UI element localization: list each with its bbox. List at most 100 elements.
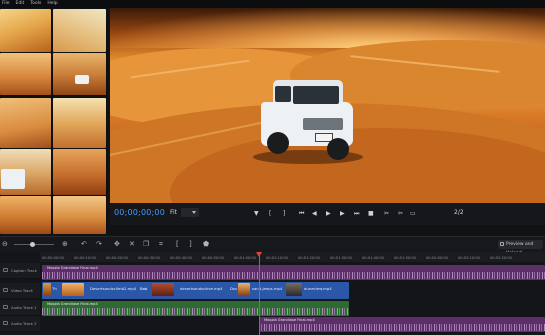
ruler-tick: 00:02:00:00 <box>426 256 448 260</box>
bracket-left-icon[interactable]: [ <box>176 240 179 249</box>
zoom-in-icon[interactable]: ⊕ <box>62 240 68 249</box>
ruler-tick: 00:00:10:00 <box>74 256 96 260</box>
media-thumbnail[interactable] <box>0 98 51 148</box>
marker-icon[interactable]: ⬟ <box>203 240 209 249</box>
track-header-video[interactable]: Video Track <box>0 283 40 299</box>
track-header-audio-1[interactable]: Audio Track 1 <box>0 300 40 316</box>
mark-in-icon[interactable]: ▼ <box>254 209 259 218</box>
clip-label: Bab <box>140 286 148 291</box>
ruler-tick: 00:01:00:00 <box>234 256 256 260</box>
clip-label: sand-jeeps.mp4 <box>252 286 283 291</box>
media-thumbnail[interactable] <box>53 149 106 195</box>
redo-icon[interactable]: ↷ <box>96 240 102 249</box>
clip-label: Desertsandsclimb2.mp4 <box>90 286 137 291</box>
copy-icon[interactable]: ❐ <box>143 240 149 249</box>
menu-tools[interactable]: Tools <box>30 0 41 8</box>
bracket-in-icon[interactable]: [ <box>269 209 271 218</box>
menu-help[interactable]: Help <box>47 0 57 8</box>
ruler-tick: 00:00:50:00 <box>202 256 224 260</box>
track-toggle-icon[interactable] <box>3 288 8 292</box>
ruler-tick: 00:01:20:00 <box>298 256 320 260</box>
menu-bar: File Edit Tools Help <box>0 0 545 8</box>
undo-icon[interactable]: ↶ <box>81 240 87 249</box>
media-thumbnail[interactable] <box>53 98 106 148</box>
caption-track-clip[interactable]: Moqzia Grandiose Final.mp4 <box>42 265 545 280</box>
menu-file[interactable]: File <box>2 0 10 8</box>
track-toggle-icon[interactable] <box>3 305 8 309</box>
clip-thumbnail <box>286 283 302 296</box>
ruler-tick: 00:00:20:00 <box>106 256 128 260</box>
skip-end-icon[interactable]: ⏭ <box>354 209 359 218</box>
audio-track-1-clip[interactable]: Moqzia Grandiose Final.mp4 <box>42 301 349 316</box>
audio-track-2-clip[interactable]: Moqzia Grandiose Final.mp4 <box>259 317 545 332</box>
clip-thumbnail <box>62 283 84 296</box>
clip-label: desertsandsdrive.mp4 <box>180 286 223 291</box>
fit-dropdown[interactable] <box>181 208 199 217</box>
stop-icon[interactable]: ■ <box>368 209 374 218</box>
player-controls: 00;00;00;00 Fit ▼ [ ] ⏮ ◀ ▶ ▶ ⏭ ■ ✂ ✂ ▭ … <box>110 203 545 225</box>
media-thumbnail[interactable] <box>53 196 106 234</box>
clip-label: Th <box>52 286 57 291</box>
ruler-tick: 00:01:50:00 <box>394 256 416 260</box>
track-toggle-icon[interactable] <box>3 321 8 325</box>
timeline: 00:00:00:00 00:00:10:00 00:00:20:00 00:0… <box>0 252 545 335</box>
menu-edit[interactable]: Edit <box>16 0 25 8</box>
track-toggle-icon[interactable] <box>3 268 8 272</box>
media-thumbnail[interactable] <box>0 9 51 52</box>
media-gallery <box>0 8 108 234</box>
timeline-ruler[interactable]: 00:00:00:00 00:00:10:00 00:00:20:00 00:0… <box>40 252 545 262</box>
page-count: 2/2 <box>454 209 464 216</box>
bracket-right-icon[interactable]: ] <box>189 240 192 249</box>
track-name: Caption Track <box>11 268 37 273</box>
play-icon[interactable]: ▶ <box>326 209 331 218</box>
video-track-clip[interactable]: Th Desertsandsclimb2.mp4 Bab desertsands… <box>42 282 349 299</box>
ruler-tick: 00:00:30:00 <box>138 256 160 260</box>
ruler-tick: 00:00:00:00 <box>42 256 64 260</box>
clip-label: Moqzia Grandiose Final.mp4 <box>264 318 315 322</box>
ruler-tick: 00:01:30:00 <box>330 256 352 260</box>
track-name: Audio Track 1 <box>11 305 37 310</box>
suv-vehicle <box>253 80 363 170</box>
track-name: Audio Track 2 <box>11 321 37 326</box>
ruler-tick: 00:02:10:00 <box>458 256 480 260</box>
zoom-out-icon[interactable]: ⊖ <box>2 240 8 249</box>
timeline-playhead[interactable] <box>256 252 262 335</box>
ruler-tick: 00:01:10:00 <box>266 256 288 260</box>
cut-icon[interactable]: ✂ <box>398 209 403 218</box>
clip-thumbnail <box>238 283 250 296</box>
delete-icon[interactable]: ✕ <box>129 240 135 249</box>
ruler-tick: 00:01:40:00 <box>362 256 384 260</box>
timeline-toolbar: ⊖ ⊕ ↶ ↷ ✥ ✕ ❐ ⌗ [ ] ⬟ Preview and Upload <box>0 236 545 256</box>
video-preview[interactable] <box>110 8 545 203</box>
split-audio-icon[interactable]: ✂ <box>384 209 389 218</box>
media-thumbnail[interactable] <box>0 149 51 195</box>
clip-label: Moqzia Grandiose Final.mp4 <box>47 266 98 270</box>
clip-label: Moqzia Grandiose Final.mp4 <box>47 302 98 306</box>
suv-thumbnail-figure <box>1 169 25 189</box>
track-header-audio-2[interactable]: Audio Track 2 <box>0 316 40 332</box>
ruler-tick: 00:02:20:00 <box>490 256 512 260</box>
skip-start-icon[interactable]: ⏮ <box>299 209 304 218</box>
timecode-display: 00;00;00;00 <box>114 208 166 217</box>
clip-thumbnail <box>152 283 174 296</box>
clip-label: duneview.mp4 <box>304 286 332 291</box>
move-icon[interactable]: ✥ <box>114 240 120 249</box>
clip-thumbnail <box>43 283 51 296</box>
bracket-out-icon[interactable]: ] <box>283 209 285 218</box>
preview-upload-button[interactable]: Preview and Upload <box>498 240 543 256</box>
clip-label: Dsv <box>230 286 238 291</box>
media-thumbnail[interactable] <box>0 196 51 234</box>
crop-icon[interactable]: ⌗ <box>159 240 163 249</box>
step-back-icon[interactable]: ◀ <box>312 209 317 218</box>
suv-thumbnail-figure <box>75 75 89 84</box>
media-thumbnail[interactable] <box>53 9 106 52</box>
track-name: Video Track <box>11 288 33 293</box>
fullscreen-icon[interactable]: ▭ <box>410 209 416 218</box>
media-thumbnail[interactable] <box>0 53 51 95</box>
fit-label: Fit <box>170 209 178 216</box>
step-forward-icon[interactable]: ▶ <box>340 209 345 218</box>
zoom-slider-handle[interactable] <box>30 242 35 247</box>
track-header-caption[interactable]: Caption Track <box>0 263 40 279</box>
ruler-tick: 00:00:40:00 <box>170 256 192 260</box>
media-thumbnail[interactable] <box>53 53 106 95</box>
